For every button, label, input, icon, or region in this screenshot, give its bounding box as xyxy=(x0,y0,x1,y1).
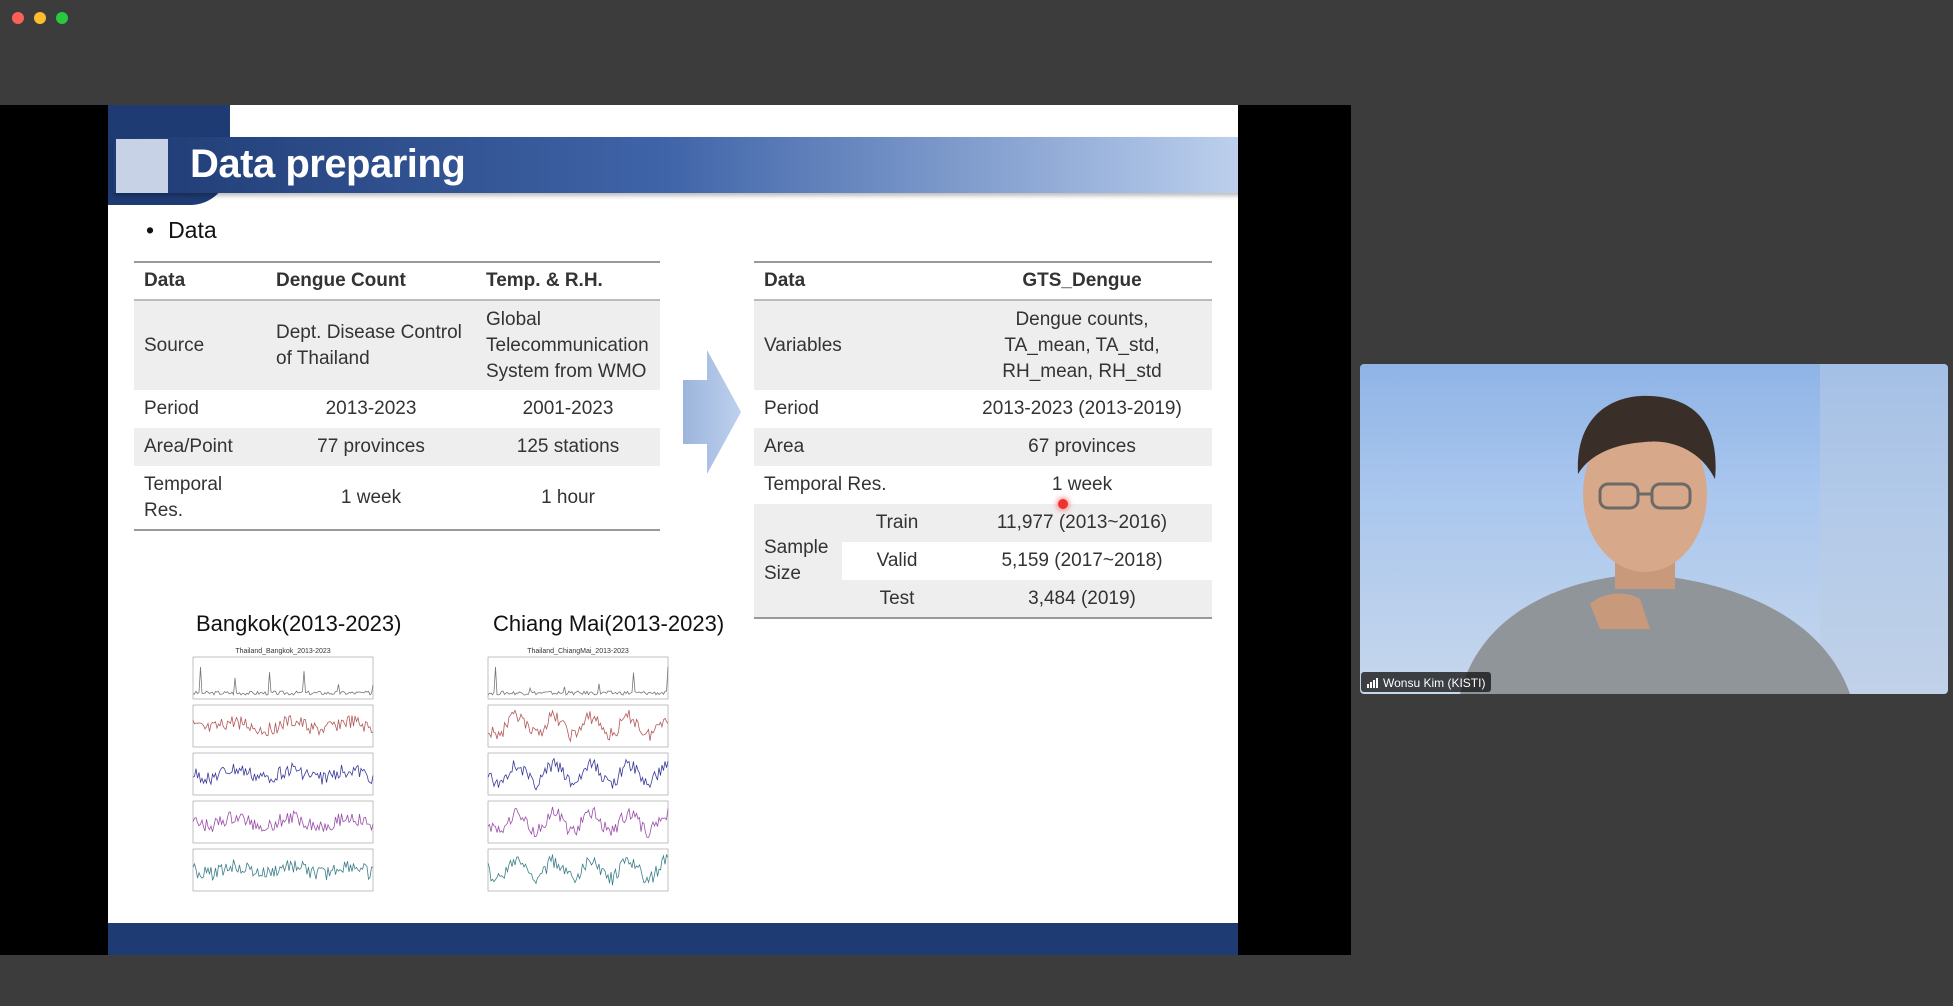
mini-series-line xyxy=(192,859,373,881)
mini-series-line xyxy=(487,666,669,696)
right-arrow-icon xyxy=(683,350,741,474)
row-label: Temporal Res. xyxy=(764,474,887,495)
row-label: Source xyxy=(134,300,266,390)
bullet-text: Data xyxy=(168,217,217,243)
mini-panel-frame xyxy=(192,656,374,700)
table-cell: 3,484 (2019) xyxy=(952,580,1212,619)
header-cell: Temp. & R.H. xyxy=(476,261,660,301)
table-row: Temporal Res. 1 week xyxy=(754,466,1212,504)
bullet-dot: • xyxy=(146,217,155,243)
table-row: Period 2013-2023 (2013-2019) xyxy=(754,390,1212,428)
chiangmai-timeseries-figure: Thailand_ChiangMai_2013-2023 xyxy=(487,648,669,892)
table-cell: 5,159 (2017~2018) xyxy=(1001,550,1163,571)
signal-strength-icon xyxy=(1367,677,1378,688)
table-row: Area 67 provinces xyxy=(754,428,1212,466)
table-cell: Global Telecommunication System from WMO xyxy=(476,300,660,390)
split-label: Valid xyxy=(876,550,918,571)
presentation-slide: Data preparing • Data Data Dengue Count T… xyxy=(108,105,1238,955)
mini-series-line xyxy=(192,762,374,786)
table-cell: 1 hour xyxy=(476,466,660,531)
mini-panel-frame xyxy=(192,800,374,844)
table-row: Source Dept. Disease Control of Thailand… xyxy=(134,300,660,390)
mini-series-line xyxy=(487,806,669,838)
slide-footer-band xyxy=(108,923,1238,955)
header-cell: Dengue Count xyxy=(266,261,476,301)
table-cell: Dengue counts, TA_mean, TA_std, RH_mean,… xyxy=(952,300,1212,390)
mini-panel-frame xyxy=(487,752,669,796)
split-label: Train xyxy=(842,504,952,542)
chart-caption: Chiang Mai(2013-2023) xyxy=(493,611,725,636)
mini-panel-frame xyxy=(192,752,374,796)
chart-inner-title: Thailand_ChiangMai_2013-2023 xyxy=(527,648,629,655)
header-cell: Data xyxy=(134,261,266,301)
mini-series-line xyxy=(192,666,374,696)
table-row: Sample Size Train 11,977 (2013~2016) xyxy=(754,504,1212,619)
title-square-decoration xyxy=(116,139,168,193)
bullet-item: • Data xyxy=(146,217,217,244)
participant-name: Wonsu Kim (KISTI) xyxy=(1383,675,1486,690)
row-label: Variables xyxy=(754,300,952,390)
table-header-row: Data Dengue Count Temp. & R.H. xyxy=(134,261,660,301)
laser-pointer xyxy=(1058,499,1068,509)
participant-video-image xyxy=(1460,364,1948,694)
row-label: Temporal Res. xyxy=(134,466,266,531)
zoom-window-button[interactable] xyxy=(56,12,68,24)
table-cell: 11,977 (2013~2016) xyxy=(952,504,1212,542)
table-cell: 2013-2023 xyxy=(325,398,417,419)
mini-panel-frame xyxy=(192,848,374,892)
minimize-window-button[interactable] xyxy=(34,12,46,24)
slide-title: Data preparing xyxy=(190,142,466,186)
table-cell: 1 week xyxy=(1051,474,1113,495)
mini-panel-frame xyxy=(487,800,669,844)
row-label: Area xyxy=(754,428,952,466)
bangkok-timeseries-figure: Thailand_Bangkok_2013-2023 xyxy=(192,648,374,892)
table-header-row: Data GTS_Dengue xyxy=(754,261,1212,301)
table-cell: 2001-2023 xyxy=(522,398,614,419)
table-cell: 1 week xyxy=(266,466,476,531)
table-cell: 125 stations xyxy=(476,428,660,466)
table-cell: 2013-2023 (2013-2019) xyxy=(982,398,1182,419)
chart-caption: Bangkok(2013-2023) xyxy=(196,611,402,636)
mini-series-line xyxy=(487,709,669,743)
table-row: Area/Point 77 provinces 125 stations xyxy=(134,428,660,466)
participant-name-badge: Wonsu Kim (KISTI) xyxy=(1361,672,1492,692)
row-label: Area/Point xyxy=(134,428,266,466)
table-cell: 77 provinces xyxy=(266,428,476,466)
chart-inner-title: Thailand_Bangkok_2013-2023 xyxy=(235,648,330,655)
table-row: Period 2013-2023 2001-2023 xyxy=(134,390,660,428)
mini-series-line xyxy=(192,809,374,832)
table-row: Variables Dengue counts, TA_mean, TA_std… xyxy=(754,300,1212,390)
row-label: Sample Size xyxy=(754,504,842,619)
source-data-table: Data Dengue Count Temp. & R.H. Source De… xyxy=(134,261,660,531)
mini-series-line xyxy=(487,853,669,886)
row-label: Period xyxy=(144,398,199,419)
header-cell: GTS_Dengue xyxy=(952,261,1212,301)
window-titlebar xyxy=(0,0,1953,36)
mini-series-line xyxy=(487,757,669,791)
table-cell: 67 provinces xyxy=(952,428,1212,466)
split-label: Test xyxy=(842,580,952,619)
gts-dengue-table: Data GTS_Dengue Variables Dengue counts,… xyxy=(754,261,1212,619)
participant-video-tile[interactable] xyxy=(1360,364,1948,694)
table-cell: Dept. Disease Control of Thailand xyxy=(266,300,476,390)
row-label: Period xyxy=(764,398,819,419)
header-cell: Data xyxy=(754,261,952,301)
mini-series-line xyxy=(192,715,374,737)
table-row: Temporal Res. 1 week 1 hour xyxy=(134,466,660,531)
close-window-button[interactable] xyxy=(12,12,24,24)
